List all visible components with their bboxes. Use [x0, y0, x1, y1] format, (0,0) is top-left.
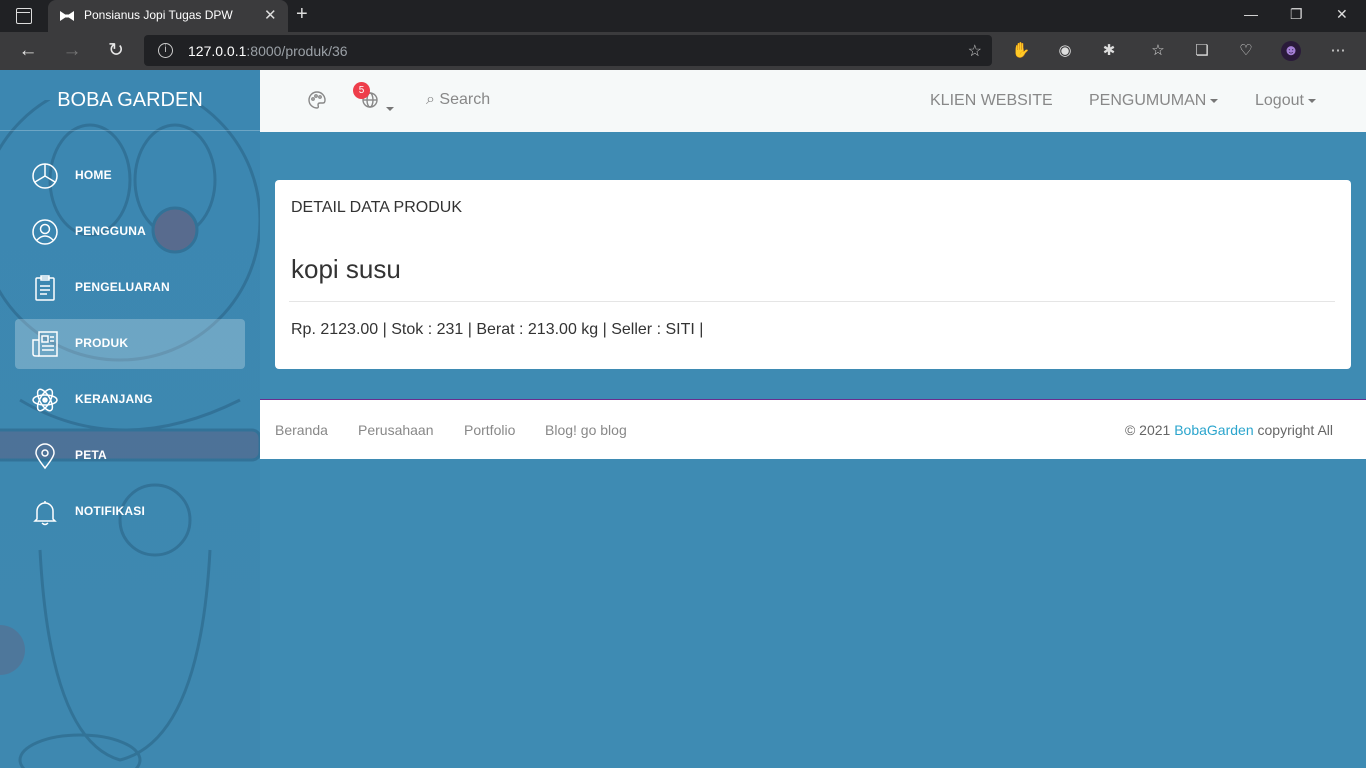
url-text: 127.0.0.1:8000/produk/36: [188, 43, 348, 59]
divider: [289, 301, 1335, 302]
address-bar[interactable]: i 127.0.0.1:8000/produk/36 ☆: [144, 35, 992, 66]
footer-link-blog[interactable]: Blog! go blog: [545, 422, 627, 438]
tab-actions-icon[interactable]: [16, 8, 32, 24]
sidebar-item-produk[interactable]: PRODUK: [15, 319, 245, 369]
sidebar-item-label: NOTIFIKASI: [75, 504, 145, 518]
pengumuman-dropdown[interactable]: PENGUMUMAN: [1089, 92, 1219, 110]
forward-icon[interactable]: →: [60, 39, 84, 63]
sidebar: BOBA GARDEN HOME PENGGUNA PENGELUARAN PR…: [0, 70, 260, 768]
url-path: :8000/produk/36: [246, 43, 348, 59]
clipboard-icon: [35, 275, 55, 301]
restore-icon[interactable]: ❐: [1290, 6, 1303, 23]
sidebar-item-pengeluaran[interactable]: PENGELUARAN: [15, 263, 245, 313]
chevron-down-icon: [1210, 98, 1219, 103]
map-pin-icon: [35, 443, 55, 470]
search-label: Search: [439, 91, 491, 108]
logout-dropdown[interactable]: Logout: [1255, 92, 1316, 110]
footer: Beranda Perusahaan Portfolio Blog! go bl…: [260, 399, 1366, 459]
logout-label: Logout: [1255, 92, 1304, 109]
tab-title: Ponsianus Jopi Tugas DPW: [84, 8, 233, 22]
browser-essentials-icon[interactable]: ♡: [1236, 41, 1256, 61]
new-tab-icon[interactable]: +: [296, 3, 308, 26]
copyright-text: © 2021 BobaGarden copyright All: [1125, 422, 1333, 438]
sidebar-item-keranjang[interactable]: KERANJANG: [15, 375, 245, 425]
card-title: DETAIL DATA PRODUK: [291, 199, 462, 216]
copyright-suffix: copyright All: [1253, 422, 1334, 438]
klien-website-link[interactable]: KLIEN WEBSITE: [930, 92, 1053, 110]
chevron-down-icon: [1307, 98, 1316, 103]
notification-badge: 5: [353, 82, 370, 99]
bowtie-favicon-icon: [60, 11, 74, 21]
more-menu-icon[interactable]: ⋯: [1328, 41, 1348, 61]
site-info-icon[interactable]: i: [158, 43, 173, 58]
atom-icon: [32, 388, 58, 412]
tab-close-icon[interactable]: ✕: [264, 6, 277, 24]
palette-icon[interactable]: [307, 90, 327, 110]
chevron-down-icon[interactable]: [382, 100, 394, 118]
browser-tab[interactable]: Ponsianus Jopi Tugas DPW ✕: [48, 0, 288, 32]
pie-chart-icon: [32, 163, 58, 189]
collections-icon[interactable]: ❏: [1192, 41, 1212, 61]
footer-link-portfolio[interactable]: Portfolio: [464, 422, 515, 438]
extension-face-icon[interactable]: ◉: [1055, 41, 1075, 61]
sidebar-item-label: PRODUK: [75, 336, 129, 350]
search-icon: ⌕: [426, 91, 435, 108]
reload-icon[interactable]: ↻: [104, 39, 128, 63]
sidebar-item-label: PENGGUNA: [75, 224, 146, 238]
brand-logo[interactable]: BOBA GARDEN: [0, 70, 260, 131]
product-name: kopi susu: [291, 254, 401, 284]
profile-avatar-icon[interactable]: ☻: [1281, 41, 1301, 61]
sidebar-item-label: PENGELUARAN: [75, 280, 170, 294]
product-info: Rp. 2123.00 | Stok : 231 | Berat : 213.0…: [291, 321, 704, 338]
product-detail-card: DETAIL DATA PRODUK kopi susu Rp. 2123.00…: [275, 180, 1351, 369]
copyright-prefix: © 2021: [1124, 422, 1175, 438]
back-icon[interactable]: ←: [16, 39, 40, 63]
user-icon: [32, 219, 58, 245]
top-navbar: ⌕ Search KLIEN WEBSITE PENGUMUMAN Logout: [260, 70, 1366, 132]
sidebar-item-peta[interactable]: PETA: [15, 431, 245, 481]
sidebar-item-pengguna[interactable]: PENGGUNA: [15, 207, 245, 257]
window-close-icon[interactable]: ✕: [1336, 6, 1348, 23]
adblock-extension-icon[interactable]: ✋: [1011, 41, 1031, 61]
sidebar-item-notifikasi[interactable]: NOTIFIKASI: [15, 487, 245, 537]
add-favorite-icon[interactable]: ☆: [968, 41, 982, 61]
footer-link-beranda[interactable]: Beranda: [275, 422, 328, 438]
pengumuman-label: PENGUMUMAN: [1089, 92, 1207, 109]
sidebar-item-home[interactable]: HOME: [15, 151, 245, 201]
footer-link-perusahaan[interactable]: Perusahaan: [358, 422, 434, 438]
newspaper-icon: [32, 331, 58, 357]
bell-icon: [33, 501, 57, 526]
copyright-brand-link[interactable]: BobaGarden: [1174, 422, 1253, 438]
sidebar-item-label: PETA: [75, 448, 107, 462]
minimize-icon[interactable]: —: [1244, 6, 1258, 22]
sidebar-item-label: HOME: [75, 168, 112, 182]
extensions-puzzle-icon[interactable]: ✱: [1099, 41, 1119, 61]
search-button[interactable]: ⌕ Search: [426, 91, 490, 109]
sidebar-item-label: KERANJANG: [75, 392, 153, 406]
url-host: 127.0.0.1: [188, 43, 247, 59]
browser-tabbar: Ponsianus Jopi Tugas DPW ✕ + — ❐ ✕: [0, 0, 1366, 32]
favorites-icon[interactable]: ☆: [1148, 41, 1168, 61]
